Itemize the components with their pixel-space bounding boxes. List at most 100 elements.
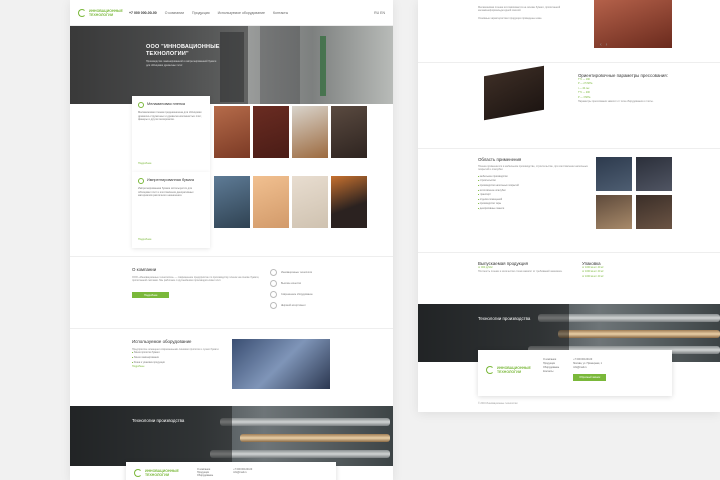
logo-icon — [78, 8, 86, 17]
feature-item: Инновационные технологии — [270, 269, 313, 276]
nav-item-about[interactable]: О компании — [165, 11, 184, 15]
innovation-icon — [270, 269, 277, 276]
intro-text: Меламиновая пленка изготавливается на ос… — [478, 6, 561, 13]
application-photo[interactable] — [596, 195, 632, 229]
about-features: Инновационные технологии Высокое качеств… — [270, 269, 313, 309]
product-thumb[interactable] — [292, 106, 328, 172]
product-thumb[interactable] — [331, 106, 367, 172]
product-thumb[interactable] — [331, 176, 367, 248]
site-header: ИННОВАЦИОННЫЕ ТЕХНОЛОГИИ +7 000 000-00-0… — [70, 0, 393, 26]
logo-icon — [134, 468, 142, 477]
machine-shape — [260, 26, 300, 104]
params-section: Ориентировочные параметры прессования: T… — [418, 62, 720, 148]
worker-figure — [320, 36, 326, 96]
footer-logo[interactable]: ИННОВАЦИОННЫЕ ТЕХНОЛОГИИ — [486, 358, 531, 381]
roller-shape — [558, 330, 720, 338]
quality-icon — [270, 280, 277, 287]
more-link[interactable]: Подробнее — [138, 238, 151, 242]
about-title: О компании — [132, 267, 157, 272]
footer-box: ИННОВАЦИОННЫЕ ТЕХНОЛОГИИ О компании Проду… — [126, 462, 336, 480]
footer-contact[interactable]: info@mail.ru — [573, 366, 606, 370]
equipment-section: Используемое оборудование Предприятие ос… — [70, 328, 393, 406]
roller-shape — [220, 418, 390, 426]
equipment-icon — [270, 291, 277, 298]
product-text: Импрегнированная бумага используется для… — [138, 187, 194, 198]
feature-label: Инновационные технологии — [281, 271, 313, 274]
range-icon — [270, 302, 277, 309]
logo-icon — [486, 365, 494, 374]
arrow-right-icon[interactable]: › — [606, 42, 608, 48]
footer-link[interactable]: Оборудование — [197, 474, 213, 477]
feature-item: Современное оборудование — [270, 291, 313, 298]
tech-title: Технологии производства — [478, 316, 531, 321]
footer-link[interactable]: Контакты — [543, 370, 559, 374]
feature-item: Широкий ассортимент — [270, 302, 313, 309]
feature-label: Широкий ассортимент — [281, 304, 306, 307]
product-title: Импрегнированная бумага — [147, 178, 195, 183]
tech-title: Технологии производства — [132, 418, 185, 423]
product-block-impregnated: Импрегнированная бумага Импрегнированная… — [70, 172, 393, 248]
hero-banner: ООО "ИННОВАЦИОННЫЕ ТЕХНОЛОГИИ" Производс… — [70, 26, 393, 104]
callback-button[interactable]: Обратный звонок — [573, 374, 607, 381]
produced-text: Плотность пленки и количество слоев зави… — [478, 270, 563, 274]
technology-banner: Технологии производства — [70, 406, 393, 466]
plywood-image — [484, 65, 544, 121]
product-thumb[interactable] — [214, 106, 250, 172]
home-page-mockup: ИННОВАЦИОННЫЕ ТЕХНОЛОГИИ +7 000 000-00-0… — [70, 0, 393, 480]
product-images — [214, 176, 367, 248]
product-block-melamine: Меламиновая пленка Меламиновая пленка пр… — [70, 96, 393, 172]
header-phone[interactable]: +7 000 000-00-00 — [129, 11, 157, 15]
footer-contact[interactable]: info@mail.ru — [233, 471, 252, 474]
product-images — [214, 106, 367, 172]
logo-text: ИННОВАЦИОННЫЕ ТЕХНОЛОГИИ — [497, 365, 531, 374]
copyright-text: © 2016 Инновационные технологии — [478, 402, 518, 405]
product-thumb[interactable] — [214, 176, 250, 248]
about-text: ООО «Инновационные технологии» — совреме… — [132, 276, 260, 283]
nav-item-equipment[interactable]: Используемое оборудование — [218, 11, 265, 15]
product-card[interactable]: Меламиновая пленка Меламиновая пленка пр… — [132, 96, 210, 172]
intro-text: Основные характеристики продукции привед… — [478, 16, 543, 20]
site-logo[interactable]: ИННОВАЦИОННЫЕ ТЕХНОЛОГИИ — [78, 8, 123, 17]
feature-label: Высокое качество — [281, 282, 302, 285]
leaf-icon — [138, 102, 144, 108]
product-card[interactable]: Импрегнированная бумага Импрегнированная… — [132, 172, 210, 248]
application-photo[interactable] — [636, 157, 672, 191]
about-button[interactable]: Подробнее — [132, 292, 170, 299]
more-link[interactable]: Подробнее — [138, 162, 151, 166]
right-footer-box: ИННОВАЦИОННЫЕ ТЕХНОЛОГИИ О компании Проду… — [478, 350, 672, 396]
application-section: Область применения Пленка применяется в … — [418, 148, 720, 252]
equipment-photo[interactable] — [232, 339, 330, 389]
product-title: Меламиновая пленка — [147, 102, 185, 107]
hero-subtitle: Производство ламинированной и импрегниро… — [146, 60, 217, 67]
product-thumb[interactable] — [253, 106, 289, 172]
about-section: О компании ООО «Инновационные технологии… — [70, 256, 393, 328]
application-text: Пленка применяется в мебельном производс… — [478, 165, 588, 172]
logo-text: ИННОВАЦИОННЫЕ ТЕХНОЛОГИИ — [145, 468, 179, 477]
intro-section: Меламиновая пленка изготавливается на ос… — [418, 0, 720, 54]
language-switch[interactable]: RU EN — [374, 11, 385, 15]
product-title-row: Меламиновая пленка — [138, 102, 204, 108]
roller-shape — [240, 434, 390, 442]
feature-item: Высокое качество — [270, 280, 313, 287]
product-title-row: Импрегнированная бумага — [138, 178, 204, 184]
packaging-block: Упаковка от 1000 кв.м / 40 м² от 1000 кв… — [582, 261, 603, 279]
footer-logo[interactable]: ИННОВАЦИОННЫЕ ТЕХНОЛОГИИ — [134, 468, 179, 477]
product-text: Меламиновая пленка предназначена для обл… — [138, 111, 202, 122]
product-thumb[interactable] — [292, 176, 328, 248]
arrow-left-icon[interactable]: ‹ — [600, 42, 602, 48]
leaf-icon — [138, 178, 144, 184]
product-photo[interactable] — [594, 0, 672, 48]
produced-section: Выпускаемая продукция от 000 руб/м² Плот… — [418, 252, 720, 304]
params-note: Параметры прессования зависят от типа об… — [578, 100, 654, 104]
application-gallery — [596, 157, 672, 229]
logo-text: ИННОВАЦИОННЫЕ ТЕХНОЛОГИИ — [89, 8, 123, 17]
feature-label: Современное оборудование — [281, 293, 313, 296]
application-photo[interactable] — [596, 157, 632, 191]
application-photo[interactable] — [636, 195, 672, 229]
nav-item-products[interactable]: Продукция — [192, 11, 210, 15]
nav-item-contacts[interactable]: Контакты — [273, 11, 288, 15]
tech-overlay — [70, 406, 232, 466]
hero-title: ООО "ИННОВАЦИОННЫЕ ТЕХНОЛОГИИ" — [146, 44, 220, 57]
slider-arrows: ‹ › — [600, 42, 607, 48]
product-thumb[interactable] — [253, 176, 289, 248]
